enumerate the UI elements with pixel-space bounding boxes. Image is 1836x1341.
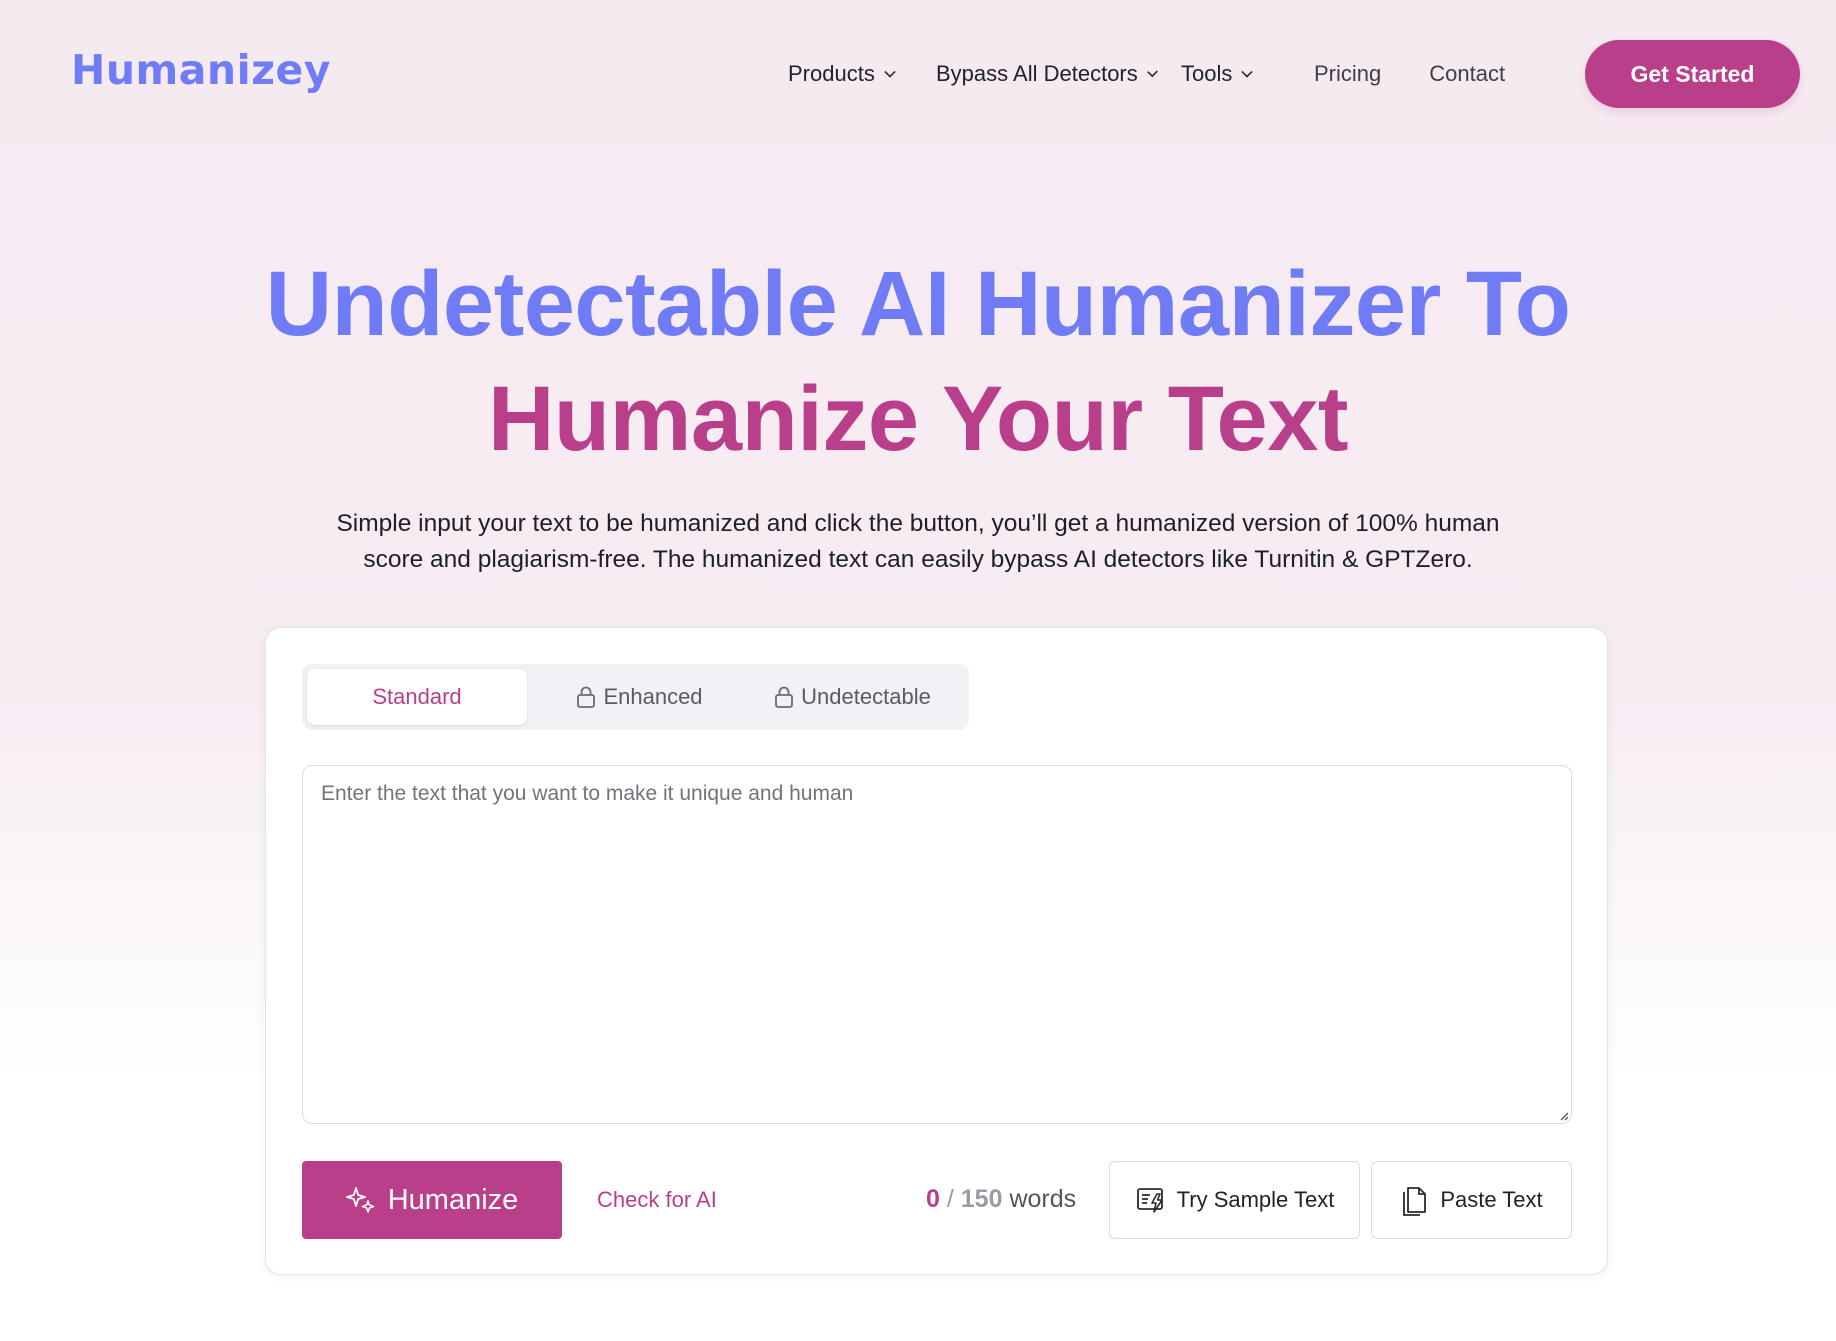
sparkles-icon [345,1187,375,1213]
humanize-button[interactable]: Humanize [302,1161,562,1239]
try-sample-text-button[interactable]: Try Sample Text [1109,1161,1360,1239]
paste-label: Paste Text [1440,1187,1543,1212]
sample-label: Try Sample Text [1176,1187,1335,1212]
tab-undetectable[interactable]: Undetectable [742,669,962,725]
chevron-down-icon [884,66,896,78]
nav-tools[interactable]: Tools [1181,61,1288,87]
tab-label: Enhanced [603,684,703,709]
check-for-ai-link[interactable]: Check for AI [597,1187,717,1213]
lock-icon [775,686,794,708]
nav-label: Products [788,61,875,86]
word-count-unit: words [1009,1185,1077,1213]
hero-subtitle: Simple input your text to be humanized a… [336,510,1500,573]
chevron-down-icon [1241,66,1254,78]
tab-label: Standard [372,684,462,709]
mode-tabs: Standard Enhanced Undetectable [302,664,969,730]
word-count-separator: / [946,1185,954,1213]
word-count-current: 0 [926,1185,940,1213]
main-nav: Products Bypass All Detectors Tools Pric… [788,58,1505,90]
nav-label: Tools [1181,61,1233,86]
tab-enhanced[interactable]: Enhanced [534,669,744,725]
lock-icon [577,686,596,708]
chevron-down-icon [1146,66,1158,78]
nav-contact[interactable]: Contact [1429,61,1505,87]
tab-label: Undetectable [801,684,931,709]
paste-icon [1403,1187,1427,1216]
hero-title-line-1: Undetectable AI Humanizer To [265,253,1571,355]
word-count-limit: 150 [960,1185,1003,1213]
site-header: Humanizey Products Bypass All Detectors … [0,0,1836,150]
text-input[interactable] [302,765,1572,1124]
tab-standard[interactable]: Standard [307,669,527,725]
nav-products[interactable]: Products [788,61,912,87]
word-counter: 0 / 150 words [926,1185,1076,1214]
get-started-button[interactable]: Get Started [1585,40,1800,108]
humanize-label: Humanize [387,1183,519,1216]
resize-handle-icon[interactable] [1559,1111,1569,1121]
sample-text-icon [1136,1188,1163,1213]
hero-title-line-2: Humanize Your Text [487,368,1349,470]
paste-text-button[interactable]: Paste Text [1371,1161,1572,1239]
nav-label: Bypass All Detectors [936,61,1138,86]
nav-bypass-all-detectors[interactable]: Bypass All Detectors [936,61,1158,87]
logo[interactable]: Humanizey [71,46,331,94]
humanizer-card: Standard Enhanced Undetectable Humanize … [265,627,1608,1275]
nav-pricing[interactable]: Pricing [1314,61,1381,87]
